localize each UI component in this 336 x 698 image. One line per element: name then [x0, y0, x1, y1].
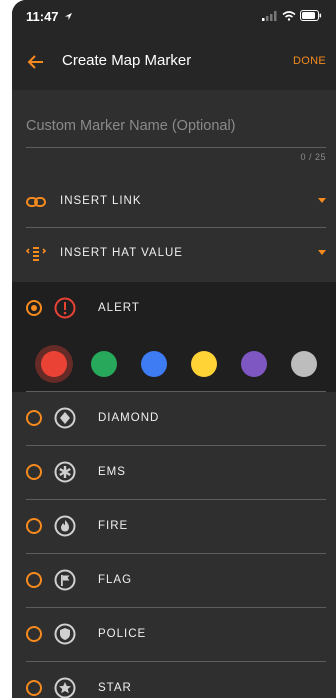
hat-value-icon — [26, 247, 46, 261]
signal-icon — [262, 10, 277, 21]
radio-button[interactable] — [26, 626, 42, 642]
radio-button[interactable] — [26, 518, 42, 534]
marker-label: POLICE — [98, 628, 147, 640]
marker-label: DIAMOND — [98, 412, 160, 424]
character-counter: 0 / 25 — [300, 152, 326, 162]
marker-option-ems[interactable]: EMS — [12, 446, 336, 500]
done-button[interactable]: DONE — [293, 55, 326, 67]
flag-icon — [54, 569, 76, 591]
marker-label: FLAG — [98, 574, 133, 586]
battery-icon — [300, 10, 322, 21]
police-icon — [54, 623, 76, 645]
marker-option-fire[interactable]: FIRE — [12, 500, 336, 554]
marker-name-placeholder[interactable]: Custom Marker Name (Optional) — [26, 118, 236, 134]
marker-option-police[interactable]: POLICE — [12, 608, 336, 662]
color-swatch-red[interactable] — [41, 351, 67, 377]
alert-icon — [54, 297, 76, 319]
chevron-down-icon — [318, 198, 326, 203]
phone-screen: 11:47 Create Map Marker DONE Custom Mark… — [12, 0, 336, 698]
color-swatch-gray[interactable] — [291, 351, 317, 377]
status-icons — [262, 10, 322, 21]
radio-button[interactable] — [26, 464, 42, 480]
marker-label: ALERT — [98, 302, 140, 314]
color-swatch-blue[interactable] — [141, 351, 167, 377]
field-underline — [26, 147, 326, 148]
insert-link-label: INSERT LINK — [60, 195, 142, 207]
radio-button[interactable] — [26, 300, 42, 316]
ems-icon — [54, 461, 76, 483]
radio-button[interactable] — [26, 680, 42, 696]
status-time: 11:47 — [26, 9, 59, 24]
star-icon — [54, 677, 76, 698]
radio-button[interactable] — [26, 410, 42, 426]
marker-label: EMS — [98, 466, 126, 478]
insert-hat-value-label: INSERT HAT VALUE — [60, 247, 183, 259]
diamond-icon — [54, 407, 76, 429]
wifi-icon — [282, 10, 296, 21]
marker-label: STAR — [98, 682, 132, 694]
location-arrow-icon — [64, 12, 73, 21]
fire-icon — [54, 515, 76, 537]
insert-hat-value-dropdown[interactable]: INSERT HAT VALUE — [12, 228, 336, 280]
color-picker — [12, 336, 336, 392]
radio-button[interactable] — [26, 572, 42, 588]
marker-label: FIRE — [98, 520, 129, 532]
marker-name-field[interactable]: Custom Marker Name (Optional) 0 / 25 — [12, 90, 336, 170]
chevron-down-icon — [318, 250, 326, 255]
marker-option-star[interactable]: STAR — [12, 662, 336, 698]
app-bar: Create Map Marker DONE — [12, 34, 336, 90]
marker-option-alert[interactable]: ALERT — [12, 282, 336, 336]
color-swatch-green[interactable] — [91, 351, 117, 377]
back-arrow-icon[interactable] — [26, 52, 46, 72]
color-swatch-purple[interactable] — [241, 351, 267, 377]
marker-option-flag[interactable]: FLAG — [12, 554, 336, 608]
link-icon — [26, 197, 46, 207]
page-title: Create Map Marker — [62, 52, 192, 69]
marker-option-diamond[interactable]: DIAMOND — [12, 392, 336, 446]
status-bar: 11:47 — [12, 0, 336, 34]
color-swatch-yellow[interactable] — [191, 351, 217, 377]
insert-link-dropdown[interactable]: INSERT LINK — [12, 176, 336, 228]
